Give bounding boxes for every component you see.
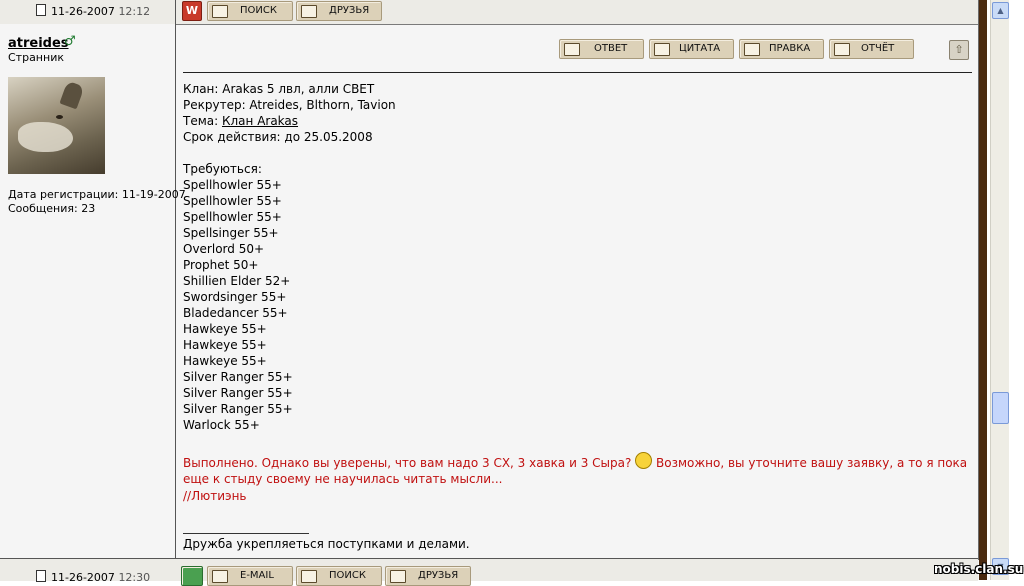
www-button[interactable]: W	[182, 1, 202, 21]
list-item: Spellhowler 55+	[183, 210, 282, 224]
next-post-date-text: 11-26-2007	[51, 571, 115, 584]
list-item: Swordsinger 55+	[183, 290, 287, 304]
next-post-date: 11-26-2007 12:30	[36, 570, 150, 584]
prev-post-date-text: 11-26-2007	[51, 5, 115, 18]
list-item: Hawkeye 55+	[183, 354, 267, 368]
post-expiry-line: Срок действия: до 25.05.2008	[183, 130, 373, 144]
next-post-time: 12:30	[118, 571, 151, 584]
moderator-signature: //Лютиэнь	[183, 489, 247, 503]
email-button-label: E-MAIL	[240, 570, 274, 581]
message-count: Сообщения: 23	[8, 202, 96, 215]
search-button[interactable]: ПОИСК	[207, 1, 293, 21]
post-topic-label: Тема:	[183, 114, 222, 128]
search-button-bottom[interactable]: ПОИСК	[296, 566, 382, 586]
requirements-title: Требуються:	[183, 162, 262, 176]
search-icon	[212, 5, 228, 18]
friends-button-label: ДРУЗЬЯ	[329, 5, 370, 16]
post-doc-icon	[36, 570, 46, 582]
list-item: Spellhowler 55+	[183, 178, 282, 192]
moderator-note-text-1: Выполнено. Однако вы уверены, что вам на…	[183, 456, 632, 470]
list-item: Hawkeye 55+	[183, 338, 267, 352]
quote-icon	[654, 43, 670, 56]
list-item: Hawkeye 55+	[183, 322, 267, 336]
email-button[interactable]: E-MAIL	[207, 566, 293, 586]
reply-button-label: ОТВЕТ	[594, 43, 628, 54]
user-signature: Дружба укрепляеться поступками и делами.	[183, 537, 470, 551]
vertical-scrollbar[interactable]: ▲ ▼	[990, 0, 1009, 580]
prev-post-footer: 11-26-2007 12:12 W ПОИСК ДРУЗЬЯ	[0, 0, 978, 25]
email-icon	[212, 570, 228, 583]
report-button[interactable]: ОТЧЁТ	[829, 39, 914, 59]
list-item: Warlock 55+	[183, 418, 260, 432]
friends-button-bottom-label: ДРУЗЬЯ	[418, 570, 459, 581]
moderator-note: Выполнено. Однако вы уверены, что вам на…	[183, 452, 973, 487]
post-recruiter-line: Рекрутер: Atreides, Blthorn, Tavion	[183, 98, 396, 112]
scroll-thumb[interactable]	[992, 392, 1009, 424]
avatar-snout	[18, 122, 73, 152]
list-item: Prophet 50+	[183, 258, 259, 272]
topic-link[interactable]: Клан Arakas	[222, 114, 298, 128]
user-rank: Странник	[8, 51, 64, 64]
scroll-up-button[interactable]: ▲	[992, 2, 1009, 19]
email-icon-button[interactable]	[181, 566, 203, 586]
reply-icon	[564, 43, 580, 56]
signature-separator	[183, 533, 309, 534]
user-avatar	[8, 77, 105, 174]
reply-button[interactable]: ОТВЕТ	[559, 39, 644, 59]
next-post-header: 11-26-2007 12:30 E-MAIL ПОИСК ДРУЗЬЯ	[0, 558, 978, 586]
friends-button[interactable]: ДРУЗЬЯ	[296, 1, 382, 21]
quote-button-label: ЦИТАТА	[679, 43, 721, 54]
post-clan-line: Клан: Arakas 5 лвл, алли СВЕТ	[183, 82, 375, 96]
report-button-label: ОТЧЁТ	[861, 43, 895, 54]
site-watermark: nobis.clan.su	[934, 562, 1024, 576]
avatar-eye	[56, 115, 63, 119]
list-item: Silver Ranger 55+	[183, 386, 293, 400]
registration-date: Дата регистрации: 11-19-2007	[8, 188, 186, 201]
up-arrow-icon: ⇧	[954, 43, 964, 56]
username-link[interactable]: atreides	[8, 36, 69, 51]
prev-post-time: 12:12	[118, 5, 151, 18]
smiley-icon	[635, 452, 653, 469]
avatar-ear	[59, 80, 85, 110]
list-item: Spellhowler 55+	[183, 194, 282, 208]
search-button-bottom-label: ПОИСК	[329, 570, 366, 581]
friends-button-bottom[interactable]: ДРУЗЬЯ	[385, 566, 471, 586]
report-icon	[834, 43, 850, 56]
list-item: Bladedancer 55+	[183, 306, 288, 320]
arrow-up-icon: ▲	[997, 6, 1004, 15]
edit-button-label: ПРАВКА	[769, 43, 811, 54]
quote-button[interactable]: ЦИТАТА	[649, 39, 734, 59]
list-item: Silver Ranger 55+	[183, 402, 293, 416]
search-button-label: ПОИСК	[240, 5, 277, 16]
search-icon	[301, 570, 317, 583]
list-item: Silver Ranger 55+	[183, 370, 293, 384]
page-side-bar	[979, 0, 987, 580]
column-divider-top	[175, 0, 176, 24]
list-item: Overlord 50+	[183, 242, 265, 256]
post-separator	[183, 72, 972, 73]
list-item: Shillien Elder 52+	[183, 274, 291, 288]
edit-button[interactable]: ПРАВКА	[739, 39, 824, 59]
list-item: Spellsinger 55+	[183, 226, 279, 240]
prev-post-date: 11-26-2007 12:12	[36, 4, 150, 18]
post-doc-icon	[36, 4, 46, 16]
male-icon: ♂	[64, 34, 76, 49]
edit-icon	[744, 43, 760, 56]
post-topic-line: Тема: Клан Arakas	[183, 114, 298, 128]
friends-icon	[390, 570, 406, 583]
friends-icon	[301, 5, 317, 18]
scroll-to-top-button[interactable]: ⇧	[949, 40, 969, 60]
